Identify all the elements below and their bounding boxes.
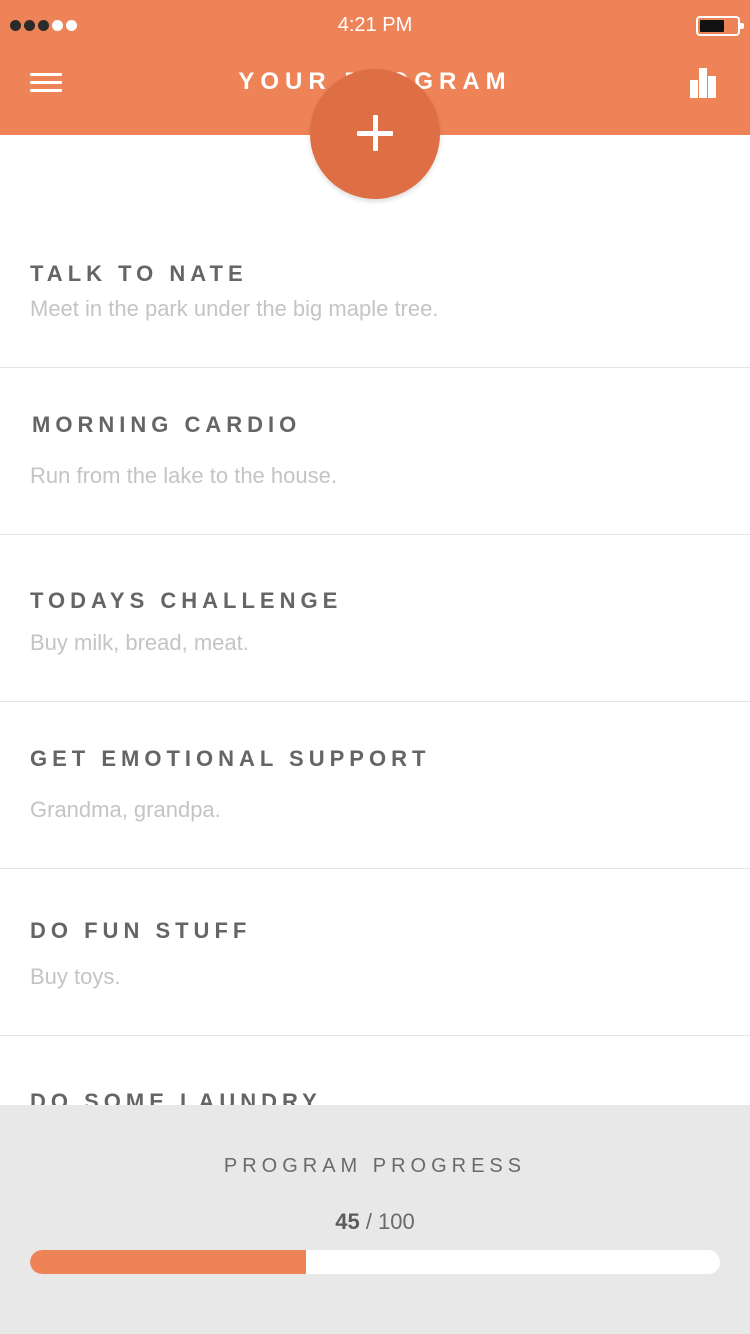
battery-cap: [740, 23, 744, 29]
item-title: TALK TO NATE: [30, 261, 248, 286]
item-description: Grandma, grandpa.: [30, 797, 221, 822]
progress-label: PROGRAM PROGRESS: [223, 1155, 527, 1177]
bar-chart-icon[interactable]: [688, 66, 722, 98]
list-item[interactable]: MORNING CARDIO Run from the lake to the …: [0, 368, 750, 535]
status-time: 4:21 PM: [337, 14, 413, 36]
item-title: GET EMOTIONAL SUPPORT: [30, 746, 431, 771]
progress-bar-fill: [30, 1250, 306, 1274]
item-description: Buy milk, bread, meat.: [30, 630, 249, 655]
status-bar: 4:21 PM: [0, 0, 750, 54]
item-description: Run from the lake to the house.: [30, 463, 337, 488]
battery-level: [700, 20, 724, 32]
add-item-button[interactable]: [310, 69, 440, 199]
chart-bar: [708, 76, 716, 98]
item-description: Buy toys.: [30, 964, 121, 989]
progress-max: 100: [378, 1209, 415, 1234]
item-title: TODAYS CHALLENGE: [30, 588, 343, 613]
plus-icon-stem: [373, 115, 378, 151]
list-item[interactable]: TODAYS CHALLENGE Buy milk, bread, meat.: [0, 535, 750, 702]
progress-separator: /: [359, 1209, 379, 1234]
progress-bar: [30, 1250, 720, 1274]
progress-value: 45 / 100: [0, 1209, 750, 1235]
list-item[interactable]: DO FUN STUFF Buy toys.: [0, 869, 750, 1036]
chart-bar: [699, 68, 707, 98]
list-item[interactable]: GET EMOTIONAL SUPPORT Grandma, grandpa.: [0, 702, 750, 869]
chart-bar: [690, 80, 698, 98]
item-title: DO FUN STUFF: [30, 918, 252, 943]
battery-icon: [696, 16, 744, 36]
progress-current: 45: [335, 1209, 360, 1234]
item-description: Meet in the park under the big maple tre…: [30, 296, 439, 321]
progress-panel: PROGRAM PROGRESS 45 / 100: [0, 1105, 750, 1334]
item-title: MORNING CARDIO: [32, 412, 302, 437]
